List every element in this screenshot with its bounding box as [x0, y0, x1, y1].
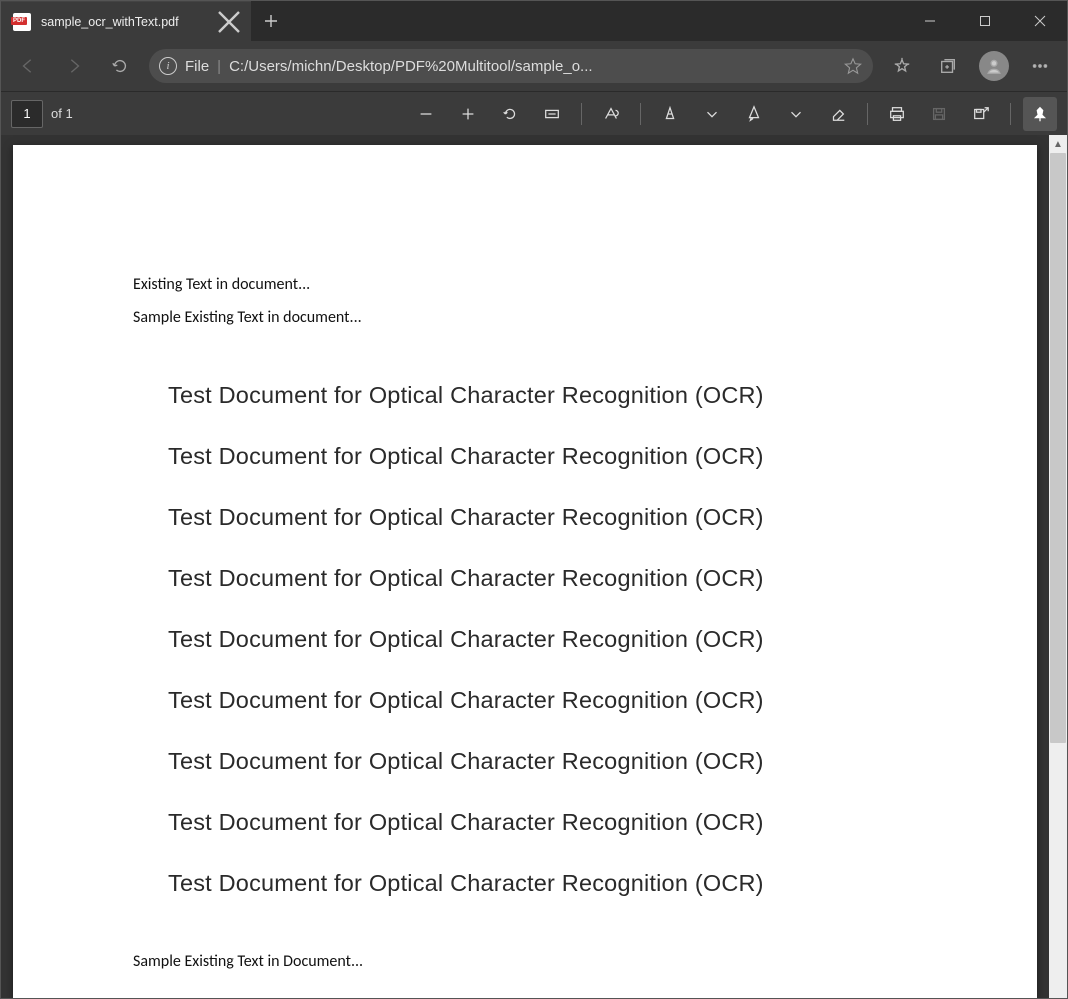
ocr-text-line: Test Document for Optical Character Reco…: [168, 809, 917, 836]
ocr-text-line: Test Document for Optical Character Reco…: [168, 748, 917, 775]
more-menu-button[interactable]: [1019, 47, 1061, 85]
scroll-track[interactable]: [1049, 153, 1067, 980]
erase-button[interactable]: [821, 97, 855, 131]
fit-page-button[interactable]: [535, 97, 569, 131]
navbar: i File | C:/Users/michn/Desktop/PDF%20Mu…: [1, 41, 1067, 91]
close-tab-button[interactable]: [217, 10, 241, 34]
page-total-label: of 1: [51, 106, 73, 121]
rotate-button[interactable]: [493, 97, 527, 131]
pin-toolbar-button[interactable]: [1023, 97, 1057, 131]
pdf-viewport[interactable]: Existing Text in document... Sample Exis…: [1, 135, 1049, 998]
document-text-line: Sample Existing Text in document...: [133, 308, 917, 327]
pdf-viewer: Existing Text in document... Sample Exis…: [1, 135, 1067, 998]
avatar-icon: [979, 51, 1009, 81]
highlight-dropdown-button[interactable]: [779, 97, 813, 131]
favorite-star-icon[interactable]: [843, 57, 863, 75]
profile-button[interactable]: [973, 47, 1015, 85]
url-scheme-label: File: [185, 58, 209, 75]
scroll-thumb[interactable]: [1050, 153, 1066, 743]
url-separator: |: [217, 58, 221, 75]
titlebar: sample_ocr_withText.pdf: [1, 1, 1067, 41]
save-button[interactable]: [922, 97, 956, 131]
browser-tab[interactable]: sample_ocr_withText.pdf: [1, 1, 251, 41]
ocr-text-line: Test Document for Optical Character Reco…: [168, 626, 917, 653]
vertical-scrollbar[interactable]: ▲: [1049, 135, 1067, 998]
ocr-text-block: Test Document for Optical Character Reco…: [168, 382, 917, 897]
toolbar-divider: [640, 103, 641, 125]
pdf-page: Existing Text in document... Sample Exis…: [13, 145, 1037, 998]
ocr-text-line: Test Document for Optical Character Reco…: [168, 687, 917, 714]
tab-title: sample_ocr_withText.pdf: [41, 15, 179, 29]
document-text-line: Existing Text in document...: [133, 275, 917, 294]
address-bar[interactable]: i File | C:/Users/michn/Desktop/PDF%20Mu…: [149, 49, 873, 83]
ocr-text-line: Test Document for Optical Character Reco…: [168, 870, 917, 897]
back-button[interactable]: [7, 47, 49, 85]
save-as-button[interactable]: [964, 97, 998, 131]
toolbar-divider: [867, 103, 868, 125]
zoom-in-button[interactable]: [451, 97, 485, 131]
forward-button[interactable]: [53, 47, 95, 85]
browser-window: sample_ocr_withText.pdf: [0, 0, 1068, 999]
zoom-out-button[interactable]: [409, 97, 443, 131]
close-window-button[interactable]: [1012, 1, 1067, 41]
minimize-button[interactable]: [902, 1, 957, 41]
toolbar-divider: [581, 103, 582, 125]
refresh-button[interactable]: [99, 47, 141, 85]
favorites-button[interactable]: [881, 47, 923, 85]
collections-button[interactable]: [927, 47, 969, 85]
scroll-up-button[interactable]: ▲: [1049, 135, 1067, 153]
toolbar-divider: [1010, 103, 1011, 125]
ocr-text-line: Test Document for Optical Character Reco…: [168, 382, 917, 409]
document-text-line: Sample Existing Text in Document...: [133, 952, 917, 971]
maximize-button[interactable]: [957, 1, 1012, 41]
page-number-input[interactable]: [11, 100, 43, 128]
draw-dropdown-button[interactable]: [695, 97, 729, 131]
draw-button[interactable]: [653, 97, 687, 131]
read-aloud-button[interactable]: [594, 97, 628, 131]
ocr-text-line: Test Document for Optical Character Reco…: [168, 504, 917, 531]
new-tab-button[interactable]: [251, 1, 291, 41]
pdf-file-icon: [13, 13, 31, 31]
pdf-toolbar: of 1: [1, 91, 1067, 135]
highlight-button[interactable]: [737, 97, 771, 131]
ocr-text-line: Test Document for Optical Character Reco…: [168, 565, 917, 592]
site-info-icon[interactable]: i: [159, 57, 177, 75]
window-controls: [902, 1, 1067, 41]
ocr-text-line: Test Document for Optical Character Reco…: [168, 443, 917, 470]
print-button[interactable]: [880, 97, 914, 131]
url-text: C:/Users/michn/Desktop/PDF%20Multitool/s…: [229, 58, 835, 75]
